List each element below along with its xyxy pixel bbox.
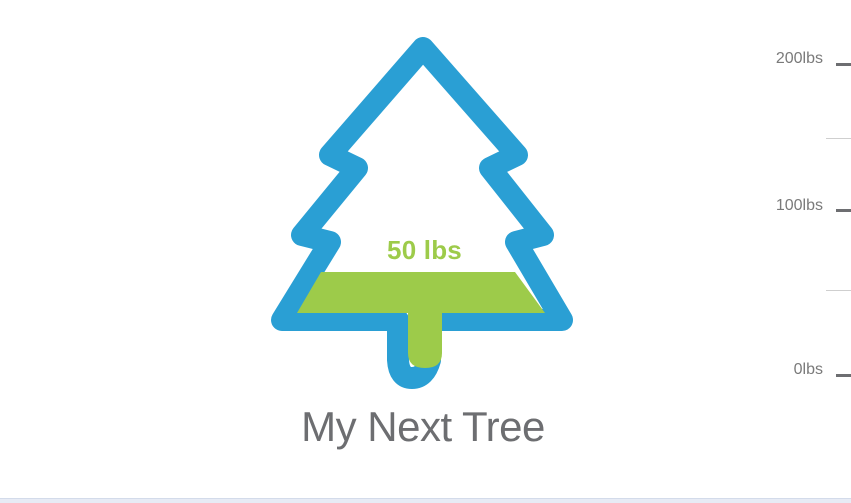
tree-fill-trunk <box>408 313 442 368</box>
tree-icon <box>271 37 573 389</box>
scale-tick-0 <box>836 374 851 377</box>
weight-scale: 200lbs 100lbs 0lbs <box>740 0 851 498</box>
scale-label-100: 100lbs <box>775 197 823 214</box>
fill-amount-label: 50 lbs <box>387 235 462 265</box>
scale-label-0: 0lbs <box>793 361 823 378</box>
scale-tick-150 <box>826 138 851 139</box>
tree-progress-view: 50 lbs My Next Tree 200lbs 100lbs 0lbs <box>0 0 851 498</box>
bottom-scroll-edge <box>0 498 851 503</box>
scale-tick-100 <box>836 209 851 212</box>
scale-tick-50 <box>826 290 851 291</box>
scale-label-200: 200lbs <box>775 50 823 67</box>
tree-fill-canopy <box>297 272 545 313</box>
tree-graphic: 50 lbs <box>262 30 587 400</box>
scale-tick-200 <box>836 63 851 66</box>
page-title: My Next Tree <box>301 403 545 450</box>
